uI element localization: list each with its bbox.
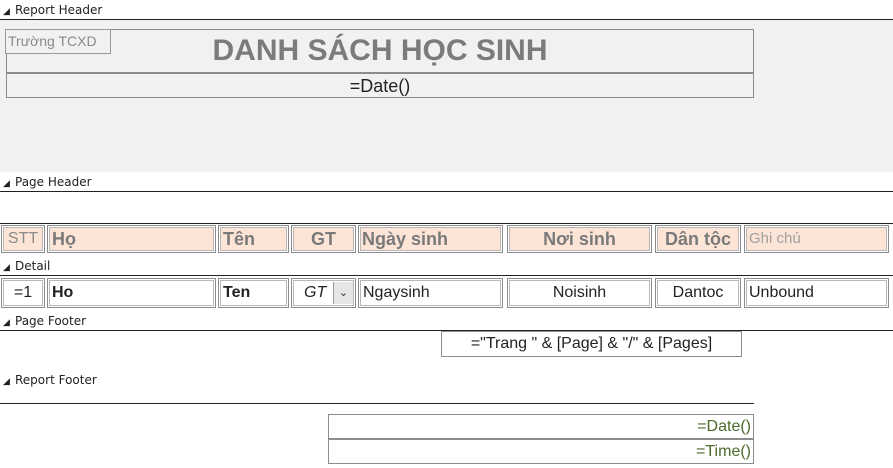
column-header-stt[interactable]: STT [1,225,45,253]
field-dantoc[interactable]: Dantoc [655,278,741,308]
column-header-noisinh[interactable]: Nơi sinh [507,225,652,253]
report-date-textbox[interactable]: =Date() [6,73,754,98]
report-header-band-label: Report Header [15,3,103,17]
field-gt-combobox[interactable]: GT ⌄ [291,278,356,308]
detail-band-label: Detail [15,259,51,273]
report-header-band[interactable]: ◢ Report Header [0,1,893,20]
report-footer-rule [0,403,754,404]
column-header-gt[interactable]: GT [291,225,356,253]
column-header-top-rule [0,223,893,224]
report-footer-band-label: Report Footer [15,373,97,387]
footer-time-textbox[interactable]: =Time() [328,439,754,464]
page-header-band-label: Page Header [15,175,92,189]
field-stt[interactable]: =1 [1,278,45,308]
page-footer-section[interactable]: ="Trang " & [Page] & "/" & [Pages] [0,331,893,371]
report-footer-section[interactable]: =Date() =Time() [0,389,893,468]
page-header-section[interactable]: STT Họ Tên GT Ngày sinh Nơi sinh Dân tộc… [0,192,893,256]
field-gt-value: GT [304,284,327,301]
detail-section[interactable]: =1 Ho Ten GT ⌄ Ngaysinh Noisinh Dantoc U… [0,276,893,311]
column-header-ghichu[interactable]: Ghi chú [744,225,889,253]
field-noisinh[interactable]: Noisinh [507,278,652,308]
column-header-ho[interactable]: Họ [47,225,216,253]
footer-date-textbox[interactable]: =Date() [328,414,754,439]
field-ngaysinh[interactable]: Ngaysinh [358,278,503,308]
field-ghichu-unbound[interactable]: Unbound [744,278,889,308]
chevron-down-icon[interactable]: ⌄ [333,282,353,304]
column-header-ngaysinh[interactable]: Ngày sinh [358,225,503,253]
detail-band[interactable]: ◢ Detail [0,257,893,276]
page-footer-band-label: Page Footer [15,314,87,328]
report-title[interactable]: DANH SÁCH HỌC SINH [6,31,754,71]
report-header-section[interactable]: Trường TCXD DANH SÁCH HỌC SINH =Date() [0,20,893,172]
column-header-dantoc[interactable]: Dân tộc [655,225,741,253]
page-footer-band[interactable]: ◢ Page Footer [0,312,893,331]
page-number-textbox[interactable]: ="Trang " & [Page] & "/" & [Pages] [441,331,742,357]
report-footer-band[interactable]: ◢ Report Footer [0,371,893,389]
field-ten[interactable]: Ten [218,278,289,308]
column-header-ten[interactable]: Tên [218,225,289,253]
page-header-band[interactable]: ◢ Page Header [0,173,893,192]
field-ho[interactable]: Ho [47,278,216,308]
